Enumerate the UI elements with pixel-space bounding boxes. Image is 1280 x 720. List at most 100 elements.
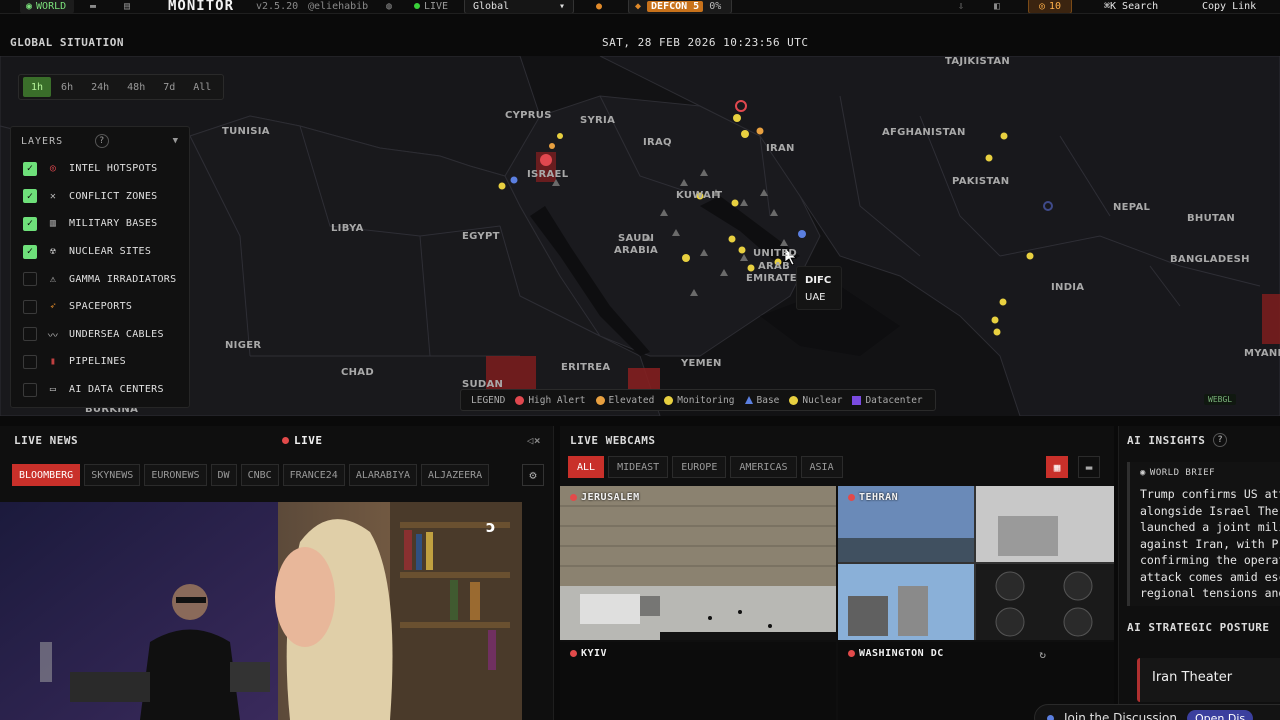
webcam-label: KYIV xyxy=(570,648,607,659)
strategic-posture-header: AI STRATEGIC POSTURE xyxy=(1119,616,1280,638)
tab-europe[interactable]: EUROPE xyxy=(672,456,727,478)
discussion-label: Join the Discussion xyxy=(1064,711,1177,720)
time-filter-all[interactable]: All xyxy=(185,77,219,97)
layers-header[interactable]: LAYERS ? ▼ xyxy=(11,127,189,155)
top-bar: ◉ WORLD ▬ ▤ MONITOR v2.5.20 @eliehabib ◍ … xyxy=(0,0,1280,14)
live-dot-icon xyxy=(414,3,420,9)
search-button[interactable]: ⌘K Search xyxy=(1104,0,1158,13)
tv-logo-icon: ↄ xyxy=(486,517,495,536)
github-icon[interactable]: ◍ xyxy=(386,0,392,13)
tab-asia[interactable]: ASIA xyxy=(800,456,843,478)
label-bhutan: BHUTAN xyxy=(1187,213,1236,224)
live-dot-icon xyxy=(282,436,289,444)
download-icon[interactable]: ⇩ xyxy=(958,0,964,13)
webcam-tehran[interactable]: TEHRAN xyxy=(838,486,1114,640)
time-filter-6h[interactable]: 6h xyxy=(53,77,81,97)
checkbox-checked[interactable]: ✓ xyxy=(23,216,37,231)
cable-icon: 〰 xyxy=(47,330,59,342)
channel-skynews[interactable]: SKYNEWS xyxy=(84,464,141,486)
window-icon[interactable]: ◧ xyxy=(994,0,1000,13)
panel-title: LIVE NEWS xyxy=(14,433,79,447)
checkbox-unchecked[interactable] xyxy=(23,299,37,314)
time-filter-1h[interactable]: 1h xyxy=(23,77,52,97)
world-brief-card: ◉ WORLD BRIEF Trump confirms US atta alon… xyxy=(1127,462,1280,606)
layer-conflict-zones[interactable]: ✓ ✕ CONFLICT ZONES xyxy=(11,183,189,211)
checkbox-unchecked[interactable] xyxy=(23,354,37,369)
alerts-count-button[interactable]: ◎ 10 xyxy=(1028,0,1072,13)
defcon-indicator[interactable]: ◆ DEFCON 5 0% xyxy=(628,0,732,13)
tab-all[interactable]: ALL xyxy=(568,456,605,478)
copy-link-button[interactable]: Copy Link xyxy=(1202,0,1256,13)
ai-insights-panel: AI INSIGHTS? ◉ WORLD BRIEF Trump confirms… xyxy=(1118,426,1280,720)
channel-france24[interactable]: FRANCE24 xyxy=(282,464,345,486)
webcams-header: LIVE WEBCAMS xyxy=(560,426,1114,454)
time-filter-7d[interactable]: 7d xyxy=(155,77,183,97)
time-filter-24h[interactable]: 24h xyxy=(83,77,117,97)
label-tajikistan: TAJIKISTAN xyxy=(945,56,1011,67)
webcam-label: JERUSALEM xyxy=(570,492,640,503)
layer-nuclear-sites[interactable]: ✓ ☢ NUCLEAR SITES xyxy=(11,238,189,266)
layer-ai-data-centers[interactable]: ▭ AI DATA CENTERS xyxy=(11,376,189,404)
author-handle[interactable]: @eliehabib xyxy=(308,0,368,13)
checkbox-checked[interactable]: ✓ xyxy=(23,244,37,259)
channel-cnbc[interactable]: CNBC xyxy=(240,464,279,486)
channel-aljazeera[interactable]: ALJAZEERA xyxy=(421,464,490,486)
grid-view-icon[interactable]: ▦ xyxy=(1046,456,1068,478)
news-video-player[interactable]: ↄ xyxy=(0,502,522,720)
layer-undersea-cables[interactable]: 〰 UNDERSEA CABLES xyxy=(11,321,189,349)
world-tab[interactable]: ◉ WORLD xyxy=(20,0,74,13)
document-icon[interactable]: ▤ xyxy=(124,0,130,13)
help-icon[interactable]: ? xyxy=(95,134,110,148)
label-chad: CHAD xyxy=(341,367,374,378)
checkbox-unchecked[interactable] xyxy=(23,272,37,287)
checkbox-unchecked[interactable] xyxy=(23,382,37,397)
channel-bloomberg[interactable]: BLOOMBERG xyxy=(12,464,81,486)
channel-euronews[interactable]: EURONEWS xyxy=(144,464,207,486)
layer-pipelines[interactable]: ▮ PIPELINES xyxy=(11,348,189,376)
tab-americas[interactable]: AMERICAS xyxy=(730,456,797,478)
layers-panel: LAYERS ? ▼ ✓ ◎ INTEL HOTSPOTS ✓ ✕ CONFLICT Z… xyxy=(10,126,190,408)
checkbox-unchecked[interactable] xyxy=(23,327,37,342)
time-filter-48h[interactable]: 48h xyxy=(119,77,153,97)
tab-mideast[interactable]: MIDEAST xyxy=(608,456,669,478)
discussion-bar[interactable]: Join the Discussion Open Dis xyxy=(1034,704,1280,720)
channel-alarabiya[interactable]: ALARABIYA xyxy=(348,464,418,486)
label-cyprus: CYPRUS xyxy=(505,110,552,121)
legend-title: LEGEND xyxy=(471,394,506,406)
collapse-icon[interactable]: ▼ xyxy=(173,136,179,146)
legend-base: Base xyxy=(744,395,779,406)
world-map[interactable]: TAJIKISTAN CYPRUS SYRIA TUNISIA IRAQ IRA… xyxy=(0,56,1280,416)
globe-icon: ◉ xyxy=(1140,468,1146,478)
legend-elevated: Elevated xyxy=(595,395,654,406)
region-select[interactable]: Global ▾ xyxy=(464,0,574,13)
label-india: INDIA xyxy=(1051,282,1085,293)
layer-gamma-irradiators[interactable]: ⚠ GAMMA IRRADIATORS xyxy=(11,265,189,293)
target-icon: ◎ xyxy=(1038,0,1045,12)
layer-intel-hotspots[interactable]: ✓ ◎ INTEL HOTSPOTS xyxy=(11,155,189,183)
channel-dw[interactable]: DW xyxy=(210,464,237,486)
open-discussion-button[interactable]: Open Dis xyxy=(1186,709,1254,720)
help-icon[interactable]: ? xyxy=(1213,433,1228,447)
utc-clock: SAT, 28 FEB 2026 10:23:56 UTC xyxy=(602,35,809,49)
chevron-down-icon: ▾ xyxy=(558,0,565,12)
layer-spaceports[interactable]: ➶ SPACEPORTS xyxy=(11,293,189,321)
legend-nuclear: Nuclear xyxy=(789,395,842,406)
alert-dot-icon[interactable]: ● xyxy=(596,0,602,13)
webcam-label: WASHINGTON DC xyxy=(848,648,944,659)
label-kuwait: KUWAIT xyxy=(676,190,723,201)
theater-card[interactable]: Iran Theater xyxy=(1137,658,1280,702)
layer-military-bases[interactable]: ✓ ▥ MILITARY BASES xyxy=(11,210,189,238)
checkbox-checked[interactable]: ✓ xyxy=(23,161,37,176)
reload-icon[interactable]: ↻ xyxy=(1039,648,1046,661)
map-header: GLOBAL SITUATION SAT, 28 FEB 2026 10:23:… xyxy=(0,30,1280,54)
terminal-icon[interactable]: ▬ xyxy=(90,0,96,13)
gear-icon[interactable]: ⚙ xyxy=(522,464,544,486)
checkbox-checked[interactable]: ✓ xyxy=(23,189,37,204)
mute-icon[interactable]: ◁× xyxy=(527,434,541,447)
webcam-jerusalem[interactable]: JERUSALEM xyxy=(560,486,836,640)
panel-title: AI STRATEGIC POSTURE xyxy=(1127,620,1270,634)
webcam-label: TEHRAN xyxy=(848,492,898,503)
single-view-icon[interactable]: ▬ xyxy=(1078,456,1100,478)
webcam-kyiv[interactable]: KYIV xyxy=(560,642,836,720)
legend-monitoring: Monitoring xyxy=(664,395,735,406)
